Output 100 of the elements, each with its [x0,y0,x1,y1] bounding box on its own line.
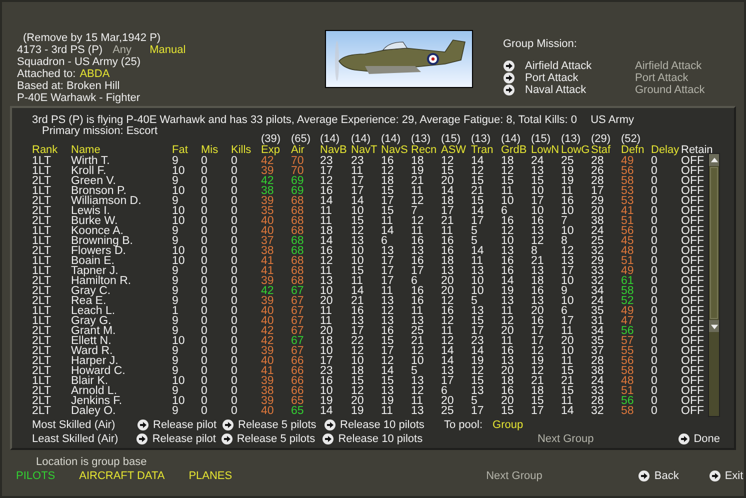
table-cell[interactable]: OFF [681,155,704,167]
pilot-name[interactable]: Rea E. [71,295,106,307]
table-cell[interactable]: OFF [681,175,704,187]
column-header[interactable]: Air [291,144,304,156]
release-link[interactable]: Release pilot [152,432,216,444]
pilot-name[interactable]: Howard C. [71,365,126,377]
release-link[interactable]: Release 5 pilots [238,418,316,430]
table-cell[interactable]: OFF [681,235,704,247]
column-header[interactable]: Delay [651,144,680,156]
next-group-link[interactable]: Next Group [486,470,542,482]
table-cell[interactable]: OFF [681,295,704,307]
column-header[interactable]: Name [71,144,100,156]
column-header[interactable]: Retain [681,144,713,156]
pilot-name[interactable]: Bronson P. [71,185,126,197]
pilot-name[interactable]: Flowers D. [71,245,126,257]
pilot-name[interactable]: Gray G. [71,315,112,327]
scroll-down-icon[interactable] [710,322,718,330]
screen-tab[interactable]: AIRCRAFT DATA [79,470,165,482]
arrow-icon[interactable] [638,470,650,482]
arrow-icon[interactable] [324,418,336,430]
table-cell[interactable]: OFF [681,195,704,207]
table-cell[interactable]: OFF [681,375,704,387]
column-header[interactable]: Rank [32,144,58,156]
table-cell[interactable]: OFF [681,285,704,297]
pilot-name[interactable]: Burke W. [71,215,118,227]
release-link[interactable]: Release 10 pilots [338,432,423,444]
release-link[interactable]: Release 5 pilots [236,432,316,444]
scrollbar[interactable] [708,153,720,417]
release-link[interactable]: Release 10 pilots [340,418,424,430]
screen-tab[interactable]: PILOTS [16,470,56,482]
pilot-name[interactable]: Green V. [71,175,116,187]
table-cell[interactable]: OFF [681,265,704,277]
mission-option[interactable]: Airfield Attack [525,60,635,72]
table-cell[interactable]: OFF [681,355,704,367]
table-cell[interactable]: OFF [681,315,704,327]
arrow-icon[interactable] [222,418,234,430]
column-header[interactable]: ASW [441,144,466,156]
column-header[interactable]: LowN [531,144,560,156]
pilot-name[interactable]: Williamson D. [71,195,142,207]
table-cell[interactable]: OFF [681,165,704,177]
arrow-icon[interactable] [503,84,515,96]
arrow-icon[interactable] [503,60,515,72]
column-header[interactable]: Fat [172,144,188,156]
pilot-name[interactable]: Arnold L. [71,385,118,397]
attached-link[interactable]: ABDA [80,68,110,80]
table-cell[interactable]: OFF [681,255,704,267]
pilot-name[interactable]: Daley O. [71,405,116,417]
pilot-name[interactable]: Jenkins F. [71,395,122,407]
pilot-name[interactable]: Ellett N. [71,335,112,347]
pilot-name[interactable]: Hamilton R. [71,275,132,287]
mission-option[interactable]: Naval Attack [525,84,635,96]
next-group-link[interactable]: Next Group [537,432,594,444]
mission-option[interactable]: Airfield Attack [635,60,702,72]
exit-link[interactable]: Exit [724,470,744,482]
arrow-icon[interactable] [503,72,515,84]
mission-option[interactable]: Port Attack [635,72,688,84]
scroll-up-icon[interactable] [710,156,718,164]
mission-option[interactable]: Ground Attack [635,84,705,96]
arrow-icon[interactable] [708,470,721,482]
pilot-name[interactable]: Lewis I. [71,205,110,217]
pilot-name[interactable]: Leach L. [71,305,116,317]
pool-link[interactable]: Group [492,418,524,430]
column-header[interactable]: Staf [591,144,611,156]
screen-tab[interactable]: PLANES [188,470,232,482]
column-header[interactable]: NavS [381,144,408,156]
pilot-name[interactable]: Grant M. [71,325,116,337]
column-header[interactable]: NavB [320,144,347,156]
table-cell[interactable]: OFF [681,345,704,357]
table-cell[interactable]: OFF [681,395,704,407]
pilot-name[interactable]: Wirth T. [71,155,110,167]
column-header[interactable]: Tran [471,144,494,156]
column-header[interactable]: GrdB [501,144,527,156]
mode-link[interactable]: Manual [150,44,186,56]
column-header[interactable]: Recn [411,144,437,156]
arrow-icon[interactable] [136,432,148,444]
table-cell[interactable]: OFF [681,185,704,197]
column-header[interactable]: LowG [561,144,590,156]
column-header[interactable]: Kills [231,144,252,156]
table-cell[interactable]: OFF [681,385,704,397]
pilot-name[interactable]: Boain E. [71,255,114,267]
column-header[interactable]: Defn [621,144,644,156]
pilot-name[interactable]: Harper J. [71,355,118,367]
pilot-name[interactable]: Gray C. [71,285,111,297]
release-link[interactable]: Release pilot [153,418,217,430]
pilot-name[interactable]: Browning B. [71,235,134,247]
done-link[interactable]: Done [694,432,720,444]
table-cell[interactable]: OFF [681,365,704,377]
arrow-icon[interactable] [137,418,149,430]
column-header[interactable]: Mis [201,144,218,156]
table-cell[interactable]: OFF [681,275,704,287]
column-header[interactable]: Exp [261,144,280,156]
table-cell[interactable]: OFF [681,335,704,347]
pilot-name[interactable]: Blair K. [71,375,108,387]
pilot-name[interactable]: Ward R. [71,345,113,357]
table-cell[interactable]: OFF [681,205,704,217]
column-header[interactable]: NavT [351,144,378,156]
pilot-name[interactable]: Koonce A. [71,225,124,237]
table-cell[interactable]: OFF [681,245,704,257]
table-cell[interactable]: OFF [681,305,704,317]
pilot-name[interactable]: Tapner J. [71,265,118,277]
